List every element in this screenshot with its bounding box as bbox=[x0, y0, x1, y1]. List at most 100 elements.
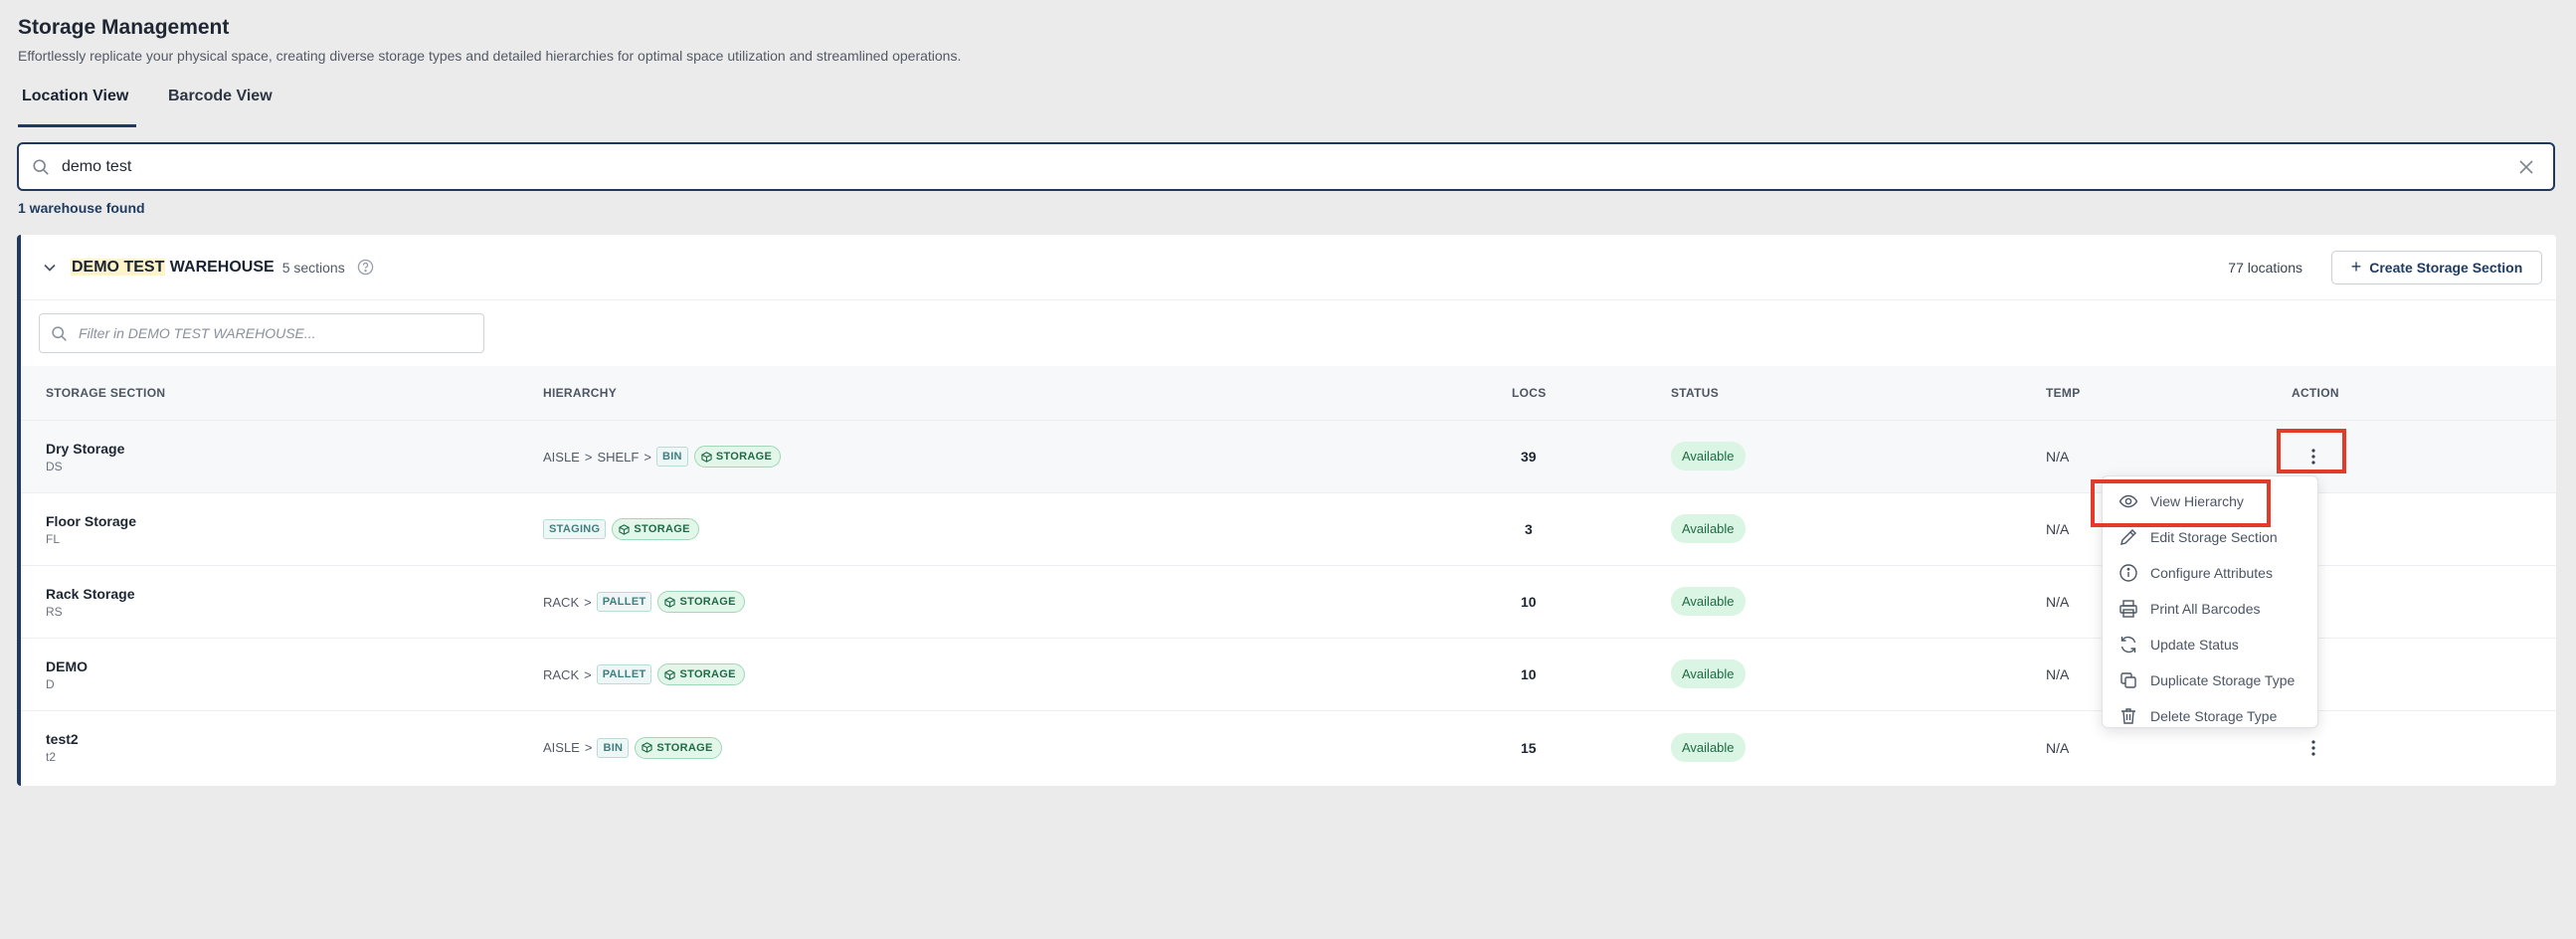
locations-count: 77 locations bbox=[2228, 259, 2302, 276]
storage-chip: STORAGE bbox=[612, 518, 699, 540]
search-field bbox=[17, 142, 2555, 191]
header-storage-section: STORAGE SECTION bbox=[46, 386, 166, 400]
copy-icon bbox=[2118, 670, 2138, 690]
section-cell: test2 t2 bbox=[46, 731, 79, 764]
storage-chip-label: STORAGE bbox=[656, 741, 713, 754]
locs-value: 3 bbox=[1525, 521, 1533, 537]
create-button-label: Create Storage Section bbox=[2369, 259, 2523, 276]
menu-item-duplicate-storage-type[interactable]: Duplicate Storage Type bbox=[2103, 662, 2317, 698]
chevron-down-icon[interactable] bbox=[41, 259, 59, 277]
storage-chip-label: STORAGE bbox=[679, 668, 736, 680]
tab-location-view[interactable]: Location View bbox=[18, 84, 136, 127]
info-icon bbox=[2118, 563, 2138, 583]
create-storage-section-button[interactable]: + Create Storage Section bbox=[2331, 250, 2542, 284]
search-icon bbox=[32, 157, 52, 177]
section-name: Rack Storage bbox=[46, 586, 135, 602]
tab-barcode-view[interactable]: Barcode View bbox=[164, 84, 276, 127]
storage-chip: STORAGE bbox=[657, 591, 745, 613]
menu-item-label: Print All Barcodes bbox=[2150, 601, 2261, 617]
refresh-icon bbox=[2118, 635, 2138, 655]
hierarchy-separator: > bbox=[584, 594, 592, 610]
storage-chip: STORAGE bbox=[635, 736, 722, 759]
menu-item-label: Duplicate Storage Type bbox=[2150, 672, 2296, 688]
menu-item-label: Configure Attributes bbox=[2150, 565, 2273, 581]
status-cell: Available bbox=[1671, 514, 1746, 543]
hierarchy-level: AISLE bbox=[543, 449, 580, 465]
status-badge: Available bbox=[1671, 514, 1746, 543]
storage-chip-label: STORAGE bbox=[715, 451, 773, 463]
storage-chip: STORAGE bbox=[693, 446, 782, 468]
close-icon[interactable] bbox=[2515, 156, 2537, 178]
status-cell: Available bbox=[1671, 732, 1746, 762]
cube-icon bbox=[642, 742, 652, 753]
hierarchy-separator: > bbox=[584, 449, 593, 465]
cube-icon bbox=[664, 596, 676, 608]
hierarchy-cell: AISLE > SHELF > BIN STORAGE bbox=[543, 446, 782, 468]
warehouse-name: DEMO TEST WAREHOUSE bbox=[71, 258, 275, 277]
header-status: STATUS bbox=[1671, 386, 1720, 400]
status-badge: Available bbox=[1671, 587, 1746, 616]
hierarchy-level: RACK bbox=[543, 666, 580, 682]
locs-value: 39 bbox=[1521, 449, 1537, 465]
status-badge: Available bbox=[1671, 732, 1746, 762]
view-tabs: Location View Barcode View bbox=[18, 84, 304, 127]
hierarchy-separator: > bbox=[644, 449, 651, 465]
help-icon[interactable] bbox=[357, 259, 374, 276]
section-name: Floor Storage bbox=[46, 513, 137, 529]
menu-item-label: Edit Storage Section bbox=[2150, 529, 2278, 545]
sections-count: 5 sections bbox=[281, 259, 345, 276]
cube-icon bbox=[664, 668, 676, 680]
section-cell: Floor Storage FL bbox=[46, 513, 136, 546]
menu-item-delete-storage-type[interactable]: Delete Storage Type bbox=[2103, 698, 2317, 727]
warehouse-filter bbox=[39, 313, 484, 353]
filter-input[interactable] bbox=[79, 325, 483, 341]
printer-icon bbox=[2118, 599, 2138, 619]
cube-icon bbox=[701, 451, 712, 463]
status-badge: Available bbox=[1671, 659, 1746, 688]
plus-icon: + bbox=[2350, 257, 2362, 277]
locs-value: 10 bbox=[1521, 666, 1537, 682]
menu-item-label: Update Status bbox=[2150, 637, 2239, 653]
status-badge: Available bbox=[1671, 442, 1746, 470]
section-cell: Rack Storage RS bbox=[46, 586, 134, 619]
section-name: test2 bbox=[46, 731, 79, 747]
table-header: STORAGE SECTION HIERARCHY LOCS STATUS TE… bbox=[21, 366, 2556, 421]
page-header: Storage Management Effortlessly replicat… bbox=[18, 16, 961, 64]
storage-chip-label: STORAGE bbox=[634, 523, 690, 535]
menu-item-update-status[interactable]: Update Status bbox=[2103, 627, 2317, 662]
section-code: FL bbox=[46, 532, 61, 546]
hierarchy-chip: BIN bbox=[597, 737, 630, 758]
warehouse-name-highlight: DEMO TEST bbox=[71, 258, 166, 276]
hierarchy-cell: RACK > PALLET STORAGE bbox=[543, 591, 745, 613]
menu-item-label: Delete Storage Type bbox=[2150, 708, 2278, 724]
status-cell: Available bbox=[1671, 587, 1746, 616]
more-vertical-icon[interactable] bbox=[2304, 734, 2322, 762]
temp-value: N/A bbox=[2046, 739, 2070, 756]
hierarchy-chip: STAGING bbox=[543, 519, 607, 539]
warehouse-header: DEMO TEST WAREHOUSE 5 sections 77 locati… bbox=[21, 235, 2556, 300]
search-icon bbox=[51, 324, 69, 342]
storage-chip: STORAGE bbox=[657, 663, 745, 685]
hierarchy-cell: STAGING STORAGE bbox=[543, 518, 699, 540]
header-hierarchy: HIERARCHY bbox=[543, 386, 618, 400]
menu-item-print-all-barcodes[interactable]: Print All Barcodes bbox=[2103, 591, 2317, 627]
menu-item-configure-attributes[interactable]: Configure Attributes bbox=[2103, 555, 2317, 591]
status-cell: Available bbox=[1671, 442, 1746, 470]
hierarchy-chip: BIN bbox=[655, 447, 688, 467]
header-locs: LOCS bbox=[1512, 386, 1547, 400]
search-input[interactable] bbox=[62, 157, 2515, 176]
highlight-box-action bbox=[2277, 429, 2346, 473]
hierarchy-level: RACK bbox=[543, 594, 580, 610]
section-cell: Dry Storage DS bbox=[46, 441, 124, 473]
storage-chip-label: STORAGE bbox=[679, 596, 736, 608]
results-count: 1 warehouse found bbox=[18, 200, 145, 216]
temp-value: N/A bbox=[2046, 594, 2070, 610]
hierarchy-level: AISLE bbox=[543, 740, 580, 755]
hierarchy-cell: RACK > PALLET STORAGE bbox=[543, 663, 745, 685]
filter-row bbox=[21, 300, 2556, 366]
locs-value: 10 bbox=[1521, 594, 1537, 610]
temp-value: N/A bbox=[2046, 521, 2070, 537]
section-code: D bbox=[46, 677, 55, 691]
trash-icon bbox=[2118, 706, 2138, 726]
cube-icon bbox=[619, 523, 631, 535]
